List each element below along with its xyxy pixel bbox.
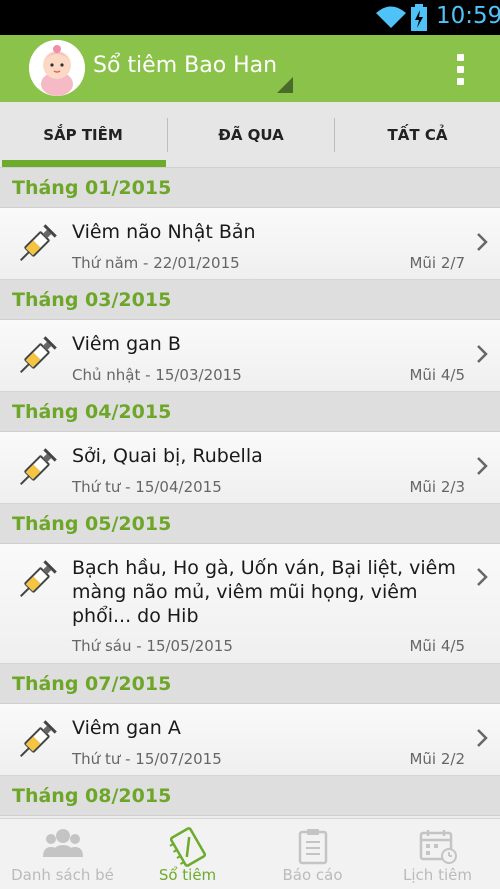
vaccine-date: Thứ năm - 22/01/2015	[72, 254, 240, 272]
overflow-menu-button[interactable]	[448, 51, 472, 87]
dose-label: Mũi 2/7	[409, 254, 465, 272]
app-title[interactable]: Sổ tiêm Bao Han	[93, 53, 277, 78]
group-icon	[42, 829, 83, 857]
month-header: Tháng 04/2015	[0, 392, 500, 432]
vaccine-item[interactable]: Viêm não Nhật Bản Thứ năm - 22/01/2015 M…	[0, 208, 500, 280]
month-label: Tháng 01/2015	[12, 177, 172, 199]
month-label: Tháng 05/2015	[12, 513, 172, 535]
battery-charging-icon	[411, 4, 427, 31]
vaccination-list[interactable]: Tháng 01/2015 Viêm não Nhật Bản Thứ năm …	[0, 168, 500, 818]
syringe-icon	[20, 720, 57, 757]
action-bar: Sổ tiêm Bao Han	[0, 35, 500, 102]
vaccine-name: Sởi, Quai bị, Rubella	[72, 445, 263, 467]
nav-label: Danh sách bé	[11, 866, 114, 884]
month-header: Tháng 05/2015	[0, 504, 500, 544]
dose-label: Mũi 4/5	[409, 366, 465, 384]
chevron-right-icon	[477, 729, 488, 747]
nav-schedule[interactable]: Lịch tiêm	[375, 819, 500, 889]
clock: 10:59	[436, 3, 500, 29]
dot	[457, 66, 464, 73]
chevron-right-icon	[477, 345, 488, 363]
vaccine-name: Viêm não Nhật Bản	[72, 221, 256, 243]
vaccine-item[interactable]: Viêm gan B Chủ nhật - 15/03/2015 Mũi 4/5	[0, 320, 500, 392]
clipboard-icon	[298, 829, 327, 865]
tab-all[interactable]: TẤT CẢ	[335, 102, 500, 168]
month-header: Tháng 07/2015	[0, 664, 500, 704]
syringe-icon	[20, 224, 57, 261]
month-header: Tháng 08/2015	[0, 776, 500, 816]
syringe-icon	[20, 448, 57, 485]
bottom-navigation: Danh sách bé Sổ tiêm Báo cáo Lịch tiêm	[0, 818, 500, 889]
vaccine-date: Thứ sáu - 15/05/2015	[72, 637, 233, 655]
vaccine-date: Thứ tư - 15/07/2015	[72, 750, 222, 768]
vaccine-name: Bạch hầu, Ho gà, Uốn ván, Bại liệt, viêm…	[72, 557, 456, 627]
month-label: Tháng 08/2015	[12, 785, 172, 807]
tab-bar: SẮP TIÊM ĐÃ QUA TẤT CẢ	[0, 102, 500, 168]
vaccine-item[interactable]: Bạch hầu, Ho gà, Uốn ván, Bại liệt, viêm…	[0, 544, 500, 664]
syringe-icon	[20, 336, 57, 373]
nav-label: Lịch tiêm	[403, 866, 472, 884]
dropdown-triangle-icon	[277, 77, 293, 93]
month-label: Tháng 04/2015	[12, 401, 172, 423]
chevron-right-icon	[477, 233, 488, 251]
notebook-syringe-icon	[169, 827, 206, 867]
status-bar: 10:59	[0, 0, 500, 35]
vaccine-date: Chủ nhật - 15/03/2015	[72, 366, 242, 384]
month-header: Tháng 01/2015	[0, 168, 500, 208]
nav-label: Sổ tiêm	[158, 866, 217, 884]
dose-label: Mũi 2/2	[409, 750, 465, 768]
dot	[457, 78, 464, 85]
tab-selected-indicator	[2, 160, 166, 167]
baby-face-icon	[29, 40, 85, 96]
nav-reports[interactable]: Báo cáo	[250, 819, 375, 889]
dose-label: Mũi 2/3	[409, 478, 465, 496]
dot	[457, 54, 464, 61]
vaccine-date: Thứ tư - 15/04/2015	[72, 478, 222, 496]
nav-vaccination-book[interactable]: Sổ tiêm	[125, 819, 250, 889]
baby-avatar[interactable]	[29, 40, 85, 96]
vaccine-name: Viêm gan A	[72, 717, 181, 739]
wifi-icon	[376, 6, 406, 28]
dose-label: Mũi 4/5	[409, 637, 465, 655]
month-label: Tháng 03/2015	[12, 289, 172, 311]
calendar-icon	[419, 830, 457, 864]
month-label: Tháng 07/2015	[12, 673, 172, 695]
vaccine-name: Viêm gan B	[72, 333, 181, 355]
nav-children-list[interactable]: Danh sách bé	[0, 819, 125, 889]
vaccine-item[interactable]: Sởi, Quai bị, Rubella Thứ tư - 15/04/201…	[0, 432, 500, 504]
chevron-right-icon	[477, 457, 488, 475]
tab-past[interactable]: ĐÃ QUA	[168, 102, 334, 168]
tab-upcoming[interactable]: SẮP TIÊM	[0, 102, 166, 168]
chevron-right-icon	[477, 568, 488, 586]
syringe-icon	[20, 560, 57, 597]
nav-label: Báo cáo	[282, 866, 343, 884]
month-header: Tháng 03/2015	[0, 280, 500, 320]
vaccine-item[interactable]: Viêm gan A Thứ tư - 15/07/2015 Mũi 2/2	[0, 704, 500, 776]
